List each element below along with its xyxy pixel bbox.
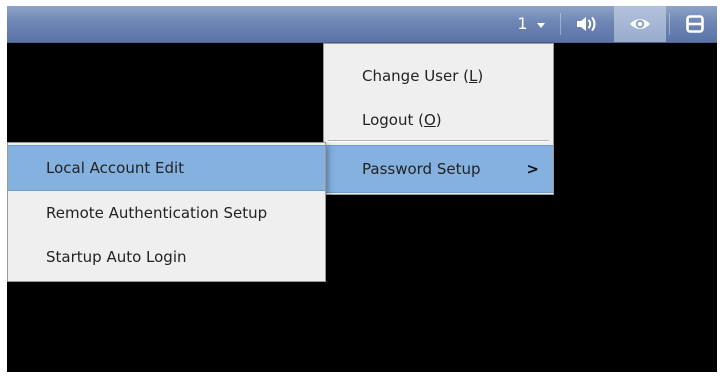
toolbar-divider <box>669 13 670 35</box>
chevron-right-icon: > <box>526 160 539 178</box>
startup-auto-login-menu-item[interactable]: Startup Auto Login <box>8 235 325 279</box>
change-user-text: Change User <box>362 67 459 85</box>
local-account-edit-menu-item[interactable]: Local Account Edit <box>8 145 325 191</box>
chevron-down-icon <box>536 22 545 28</box>
layout-button[interactable] <box>673 6 717 42</box>
volume-button[interactable] <box>565 6 609 42</box>
logout-label: Logout (O) <box>362 111 442 129</box>
startup-auto-login-label: Startup Auto Login <box>46 248 187 266</box>
logout-menu-item[interactable]: Logout (O) <box>324 98 553 142</box>
channel-number: 1 <box>517 14 528 33</box>
top-toolbar: 1 <box>7 6 717 43</box>
split-layout-icon <box>686 15 704 33</box>
channel-selector[interactable]: 1 <box>507 6 555 42</box>
toolbar-divider <box>560 13 561 35</box>
change-user-label: Change User (L) <box>362 67 484 85</box>
change-user-menu-item[interactable]: Change User (L) <box>324 54 553 98</box>
password-setup-submenu: Local Account Edit Remote Authentication… <box>7 142 326 282</box>
password-setup-menu-item[interactable]: Password Setup > <box>324 145 553 193</box>
password-setup-label: Password Setup <box>362 160 481 178</box>
remote-authentication-setup-label: Remote Authentication Setup <box>46 204 268 222</box>
change-user-shortcut: L <box>469 67 478 85</box>
logout-shortcut: O <box>423 111 436 129</box>
view-button[interactable] <box>614 6 666 42</box>
menu-divider <box>328 140 549 142</box>
video-display-area: 1 Change User (L) Logout (O) Password Se… <box>7 6 717 372</box>
user-menu: Change User (L) Logout (O) Password Setu… <box>323 43 554 195</box>
remote-authentication-setup-menu-item[interactable]: Remote Authentication Setup <box>8 191 325 235</box>
logout-text: Logout <box>362 111 414 129</box>
eye-icon <box>630 19 650 29</box>
local-account-edit-label: Local Account Edit <box>46 159 185 177</box>
speaker-volume-icon <box>577 17 596 31</box>
